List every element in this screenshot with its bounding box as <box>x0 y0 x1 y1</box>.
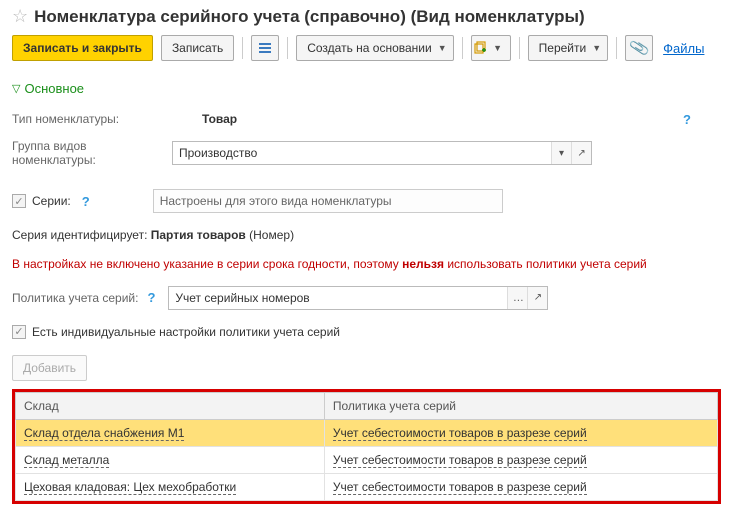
goto-label: Перейти <box>539 41 587 55</box>
individual-label: Есть индивидуальные настройки политики у… <box>32 325 340 339</box>
select-button[interactable]: … <box>507 287 527 309</box>
policy-input[interactable] <box>169 287 507 309</box>
chevron-down-icon: ▼ <box>493 43 502 53</box>
attach-menu-button[interactable]: ▼ <box>471 35 511 61</box>
group-input[interactable] <box>173 142 551 164</box>
row-group: Группа видов номенклатуры: ▾ ↗ <box>12 138 721 168</box>
favorite-star-icon[interactable]: ☆ <box>12 6 28 27</box>
section-main-header[interactable]: ▽ Основное <box>12 81 721 96</box>
create-based-label: Создать на основании <box>307 41 432 55</box>
list-view-button[interactable] <box>251 35 279 61</box>
row-individual: ✓ Есть индивидуальные настройки политики… <box>12 317 721 347</box>
paperclip-icon: 📎 <box>628 37 651 59</box>
copy-plus-icon <box>473 41 487 55</box>
separator <box>616 37 617 59</box>
warn-bold: нельзя <box>402 257 444 271</box>
toolbar: Записать и закрыть Записать Создать на о… <box>12 35 721 61</box>
row-policy: Политика учета серий: ? … ↗ <box>12 283 721 313</box>
help-icon[interactable]: ? <box>79 194 93 209</box>
attach-file-button[interactable]: 📎 <box>625 35 653 61</box>
group-input-wrap: ▾ ↗ <box>172 141 592 165</box>
series-desc: Настроены для этого вида номенклатуры <box>153 189 503 213</box>
separator <box>242 37 243 59</box>
collapse-arrow-icon: ▽ <box>12 82 20 95</box>
group-label: Группа видов номенклатуры: <box>12 139 172 167</box>
row-type: Тип номенклатуры: Товар ? <box>12 104 721 134</box>
policy-link[interactable]: Учет себестоимости товаров в разрезе сер… <box>333 426 587 441</box>
warehouse-link[interactable]: Цеховая кладовая: Цех мехобработки <box>24 480 236 495</box>
separator <box>287 37 288 59</box>
policy-label: Политика учета серий: <box>12 291 138 305</box>
ident-bold: Партия товаров <box>151 228 246 242</box>
policy-link[interactable]: Учет себестоимости товаров в разрезе сер… <box>333 453 587 468</box>
individual-checkbox[interactable]: ✓ Есть индивидуальные настройки политики… <box>12 325 340 339</box>
chevron-down-icon: ▼ <box>592 43 601 53</box>
warehouse-link[interactable]: Склад металла <box>24 453 109 468</box>
warehouse-link[interactable]: Склад отдела снабжения М1 <box>24 426 184 441</box>
section-main-label: Основное <box>24 81 84 96</box>
table-row[interactable]: Цеховая кладовая: Цех мехобработки Учет … <box>16 473 718 500</box>
dots-icon: … <box>513 292 523 304</box>
ident-label: Серия идентифицирует: <box>12 228 151 242</box>
chevron-down-icon: ▾ <box>559 148 564 159</box>
open-icon: ↗ <box>577 148 585 159</box>
col-policy[interactable]: Политика учета серий <box>324 392 717 419</box>
separator <box>519 37 520 59</box>
type-label: Тип номенклатуры: <box>12 112 172 126</box>
row-series-ident: Серия идентифицирует: Партия товаров (Но… <box>12 220 721 250</box>
open-button[interactable]: ↗ <box>527 287 547 309</box>
save-and-close-button[interactable]: Записать и закрыть <box>12 35 153 61</box>
chevron-down-icon: ▼ <box>438 43 447 53</box>
policy-link[interactable]: Учет себестоимости товаров в разрезе сер… <box>333 480 587 495</box>
series-label: Серии: <box>32 194 71 208</box>
ident-suffix: (Номер) <box>246 228 294 242</box>
warn-suffix: использовать политики учета серий <box>444 257 647 271</box>
col-warehouse[interactable]: Склад <box>16 392 325 419</box>
table-header-row: Склад Политика учета серий <box>16 392 718 419</box>
warning-text: В настройках не включено указание в сери… <box>12 256 721 273</box>
checkbox-checked-icon: ✓ <box>12 325 26 339</box>
type-value: Товар <box>202 112 237 126</box>
policy-input-wrap: … ↗ <box>168 286 548 310</box>
open-icon: ↗ <box>534 292 542 303</box>
row-series: ✓ Серии: ? Настроены для этого вида номе… <box>12 186 721 216</box>
files-link[interactable]: Файлы <box>663 41 704 56</box>
dropdown-button[interactable]: ▾ <box>551 142 571 164</box>
create-based-on-button[interactable]: Создать на основании ▼ <box>296 35 453 61</box>
series-ident-text: Серия идентифицирует: Партия товаров (Но… <box>12 228 294 242</box>
checkbox-checked-icon: ✓ <box>12 194 26 208</box>
policy-table-frame: Склад Политика учета серий Склад отдела … <box>12 389 721 504</box>
list-icon <box>258 41 272 55</box>
help-icon[interactable]: ? <box>144 290 158 305</box>
table-row[interactable]: Склад отдела снабжения М1 Учет себестоим… <box>16 419 718 446</box>
add-button[interactable]: Добавить <box>12 355 87 381</box>
separator <box>462 37 463 59</box>
help-icon[interactable]: ? <box>680 112 721 127</box>
table-row[interactable]: Склад металла Учет себестоимости товаров… <box>16 446 718 473</box>
warn-prefix: В настройках не включено указание в сери… <box>12 257 402 271</box>
policy-table: Склад Политика учета серий Склад отдела … <box>15 392 718 501</box>
goto-button[interactable]: Перейти ▼ <box>528 35 608 61</box>
open-button[interactable]: ↗ <box>571 142 591 164</box>
page-title: Номенклатура серийного учета (справочно)… <box>34 7 585 27</box>
title-bar: ☆ Номенклатура серийного учета (справочн… <box>12 6 721 27</box>
save-button[interactable]: Записать <box>161 35 234 61</box>
series-checkbox[interactable]: ✓ Серии: <box>12 194 71 208</box>
